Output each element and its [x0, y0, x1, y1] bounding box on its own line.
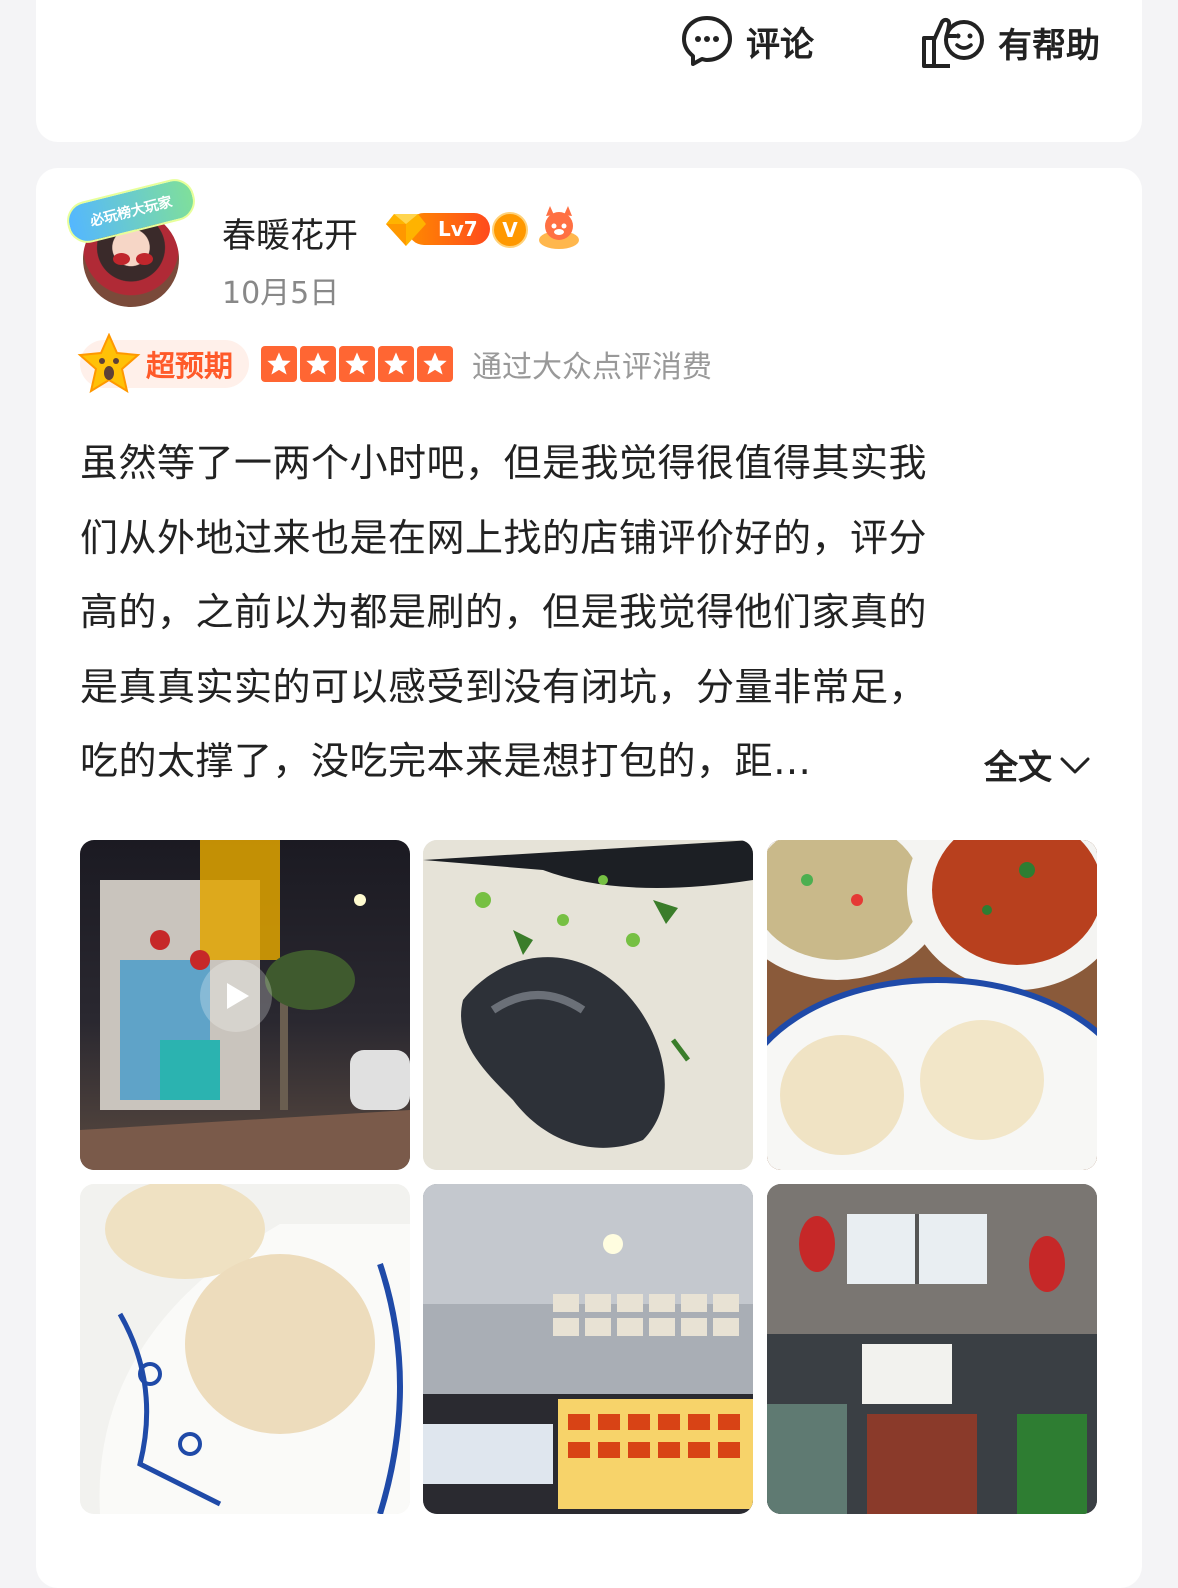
user-avatar[interactable]: 必玩榜大玩家	[62, 174, 200, 310]
surprised-star-emoji-icon	[77, 333, 141, 394]
previous-review-card: 评论 有帮助	[36, 0, 1142, 142]
play-icon	[227, 983, 249, 1009]
star-icon	[300, 346, 337, 382]
level-badge: Lv7	[386, 212, 490, 246]
fish-soup-photo-image	[423, 840, 753, 1170]
diamond-icon	[386, 214, 426, 246]
menu-wall-photo-image	[423, 1184, 753, 1514]
review-date: 10月5日	[222, 276, 340, 311]
helpful-label: 有帮助	[998, 25, 1100, 66]
review-text-line: 虽然等了一两个小时吧，但是我觉得很值得其实我	[80, 441, 928, 485]
chevron-down-icon	[1060, 757, 1090, 773]
mascot-badge	[536, 206, 582, 254]
expand-full-text-button[interactable]: 全文	[984, 740, 1092, 789]
comment-button[interactable]: 评论	[680, 14, 814, 68]
verified-badge: V	[492, 212, 528, 248]
buns-photo-image	[80, 1184, 410, 1514]
photo-storefront-interior[interactable]	[767, 1184, 1097, 1514]
photo-steamed-buns[interactable]	[80, 1184, 410, 1514]
review-text[interactable]: 虽然等了一两个小时吧，但是我觉得很值得其实我 们从外地过来也是在网上找的店铺评价…	[80, 426, 1090, 799]
consume-note: 通过大众点评消费	[472, 350, 713, 385]
photo-video-storefront[interactable]	[80, 840, 410, 1170]
helpful-button[interactable]: 有帮助	[920, 14, 1100, 70]
expand-label: 全文	[984, 748, 1052, 788]
exceed-expectation-tag: 超预期	[77, 333, 250, 394]
rating-row: 超预期 通过大众点评消费	[77, 333, 713, 394]
star-icon	[339, 346, 376, 382]
thumbs-up-face-icon	[922, 17, 984, 68]
dishes-photo-image	[767, 840, 1097, 1170]
username[interactable]: 春暖花开	[222, 208, 358, 257]
cat-mascot-icon	[539, 206, 579, 249]
comment-icon	[682, 16, 732, 66]
review-text-line: 是真真实实的可以感受到没有闭坑，分量非常足，	[80, 664, 928, 709]
review-text-line: 高的，之前以为都是刷的，但是我觉得他们家真的	[80, 590, 928, 634]
star-icon	[417, 346, 454, 382]
comment-label: 评论	[746, 24, 814, 65]
photo-dishes-buns[interactable]	[767, 840, 1097, 1170]
review-card: 必玩榜大玩家 春暖花开 Lv7 V 10月5日 超预期 通过大众点评消费 虽然等…	[36, 168, 1142, 1588]
review-text-line: 吃的太撑了，没吃完本来是想打包的，距…	[80, 739, 812, 783]
play-button[interactable]	[200, 960, 272, 1032]
star-icon	[261, 346, 298, 382]
photo-menu-wall[interactable]	[423, 1184, 753, 1514]
review-text-line: 们从外地过来也是在网上找的店铺评价好的，评分	[80, 515, 928, 560]
rating-tag-label: 超预期	[146, 349, 234, 383]
photo-fish-soup[interactable]	[423, 840, 753, 1170]
interior-photo-image	[767, 1184, 1097, 1514]
star-rating	[261, 346, 456, 382]
star-icon	[378, 346, 415, 382]
